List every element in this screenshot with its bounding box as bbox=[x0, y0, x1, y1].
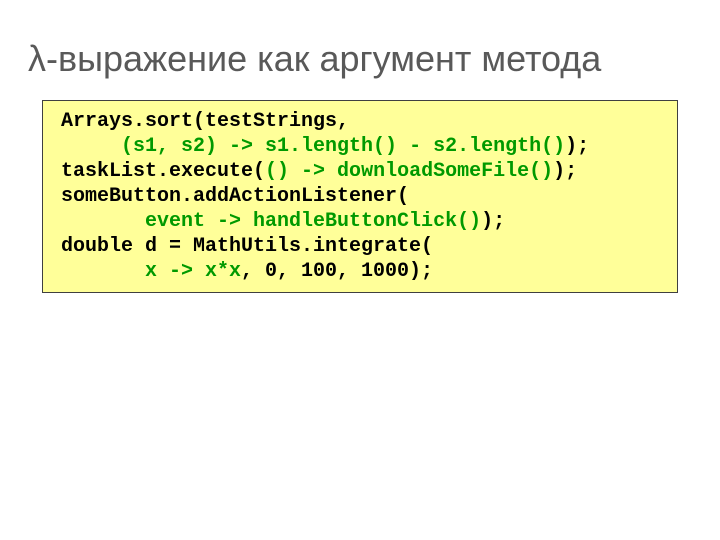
code-line: Arrays.sort(testStrings, bbox=[49, 110, 349, 133]
code-block: Arrays.sort(testStrings, (s1, s2) -> s1.… bbox=[42, 100, 678, 293]
lambda-expression: event -> handleButtonClick() bbox=[145, 210, 481, 233]
lambda-expression: (s1, s2) -> s1.length() - s2.length() bbox=[121, 135, 565, 158]
slide: λ-выражение как аргумент метода Arrays.s… bbox=[0, 0, 720, 540]
code-indent bbox=[49, 135, 121, 158]
slide-title: λ-выражение как аргумент метода bbox=[28, 38, 601, 80]
lambda-expression: x -> x*x bbox=[145, 260, 241, 283]
code-text: ); bbox=[553, 160, 577, 183]
lambda-expression: () -> downloadSomeFile() bbox=[265, 160, 553, 183]
code-text: ); bbox=[565, 135, 589, 158]
code-indent bbox=[49, 260, 145, 283]
code-text: , 0, 100, 1000); bbox=[241, 260, 433, 283]
code-line: someButton.addActionListener( bbox=[49, 185, 409, 208]
code-text: ); bbox=[481, 210, 505, 233]
code-text: taskList.execute( bbox=[49, 160, 265, 183]
code-line: double d = MathUtils.integrate( bbox=[49, 235, 433, 258]
code-indent bbox=[49, 210, 145, 233]
